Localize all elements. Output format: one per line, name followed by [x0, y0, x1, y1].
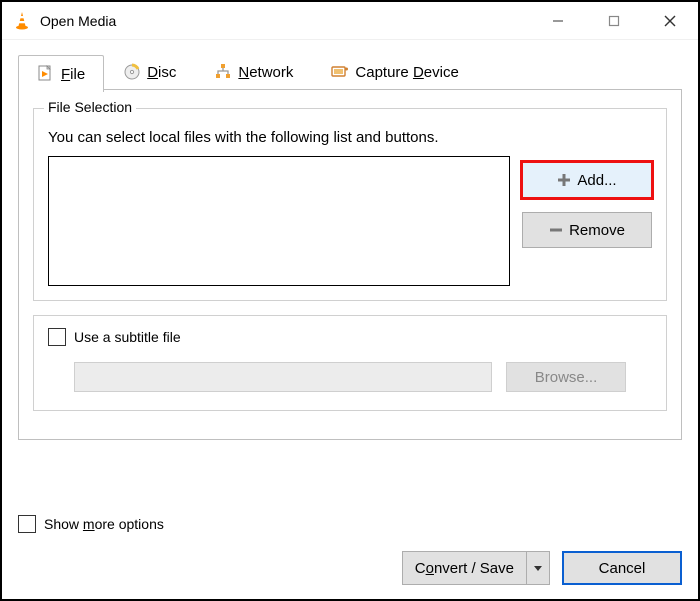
convert-save-label: Convert / Save — [415, 560, 514, 577]
add-button[interactable]: Add... — [522, 162, 652, 198]
subtitle-browse-button: Browse... — [506, 362, 626, 392]
tab-file-label: File — [61, 66, 85, 83]
tab-network[interactable]: Network — [195, 54, 312, 89]
convert-save-button[interactable]: Convert / Save — [402, 551, 526, 585]
minus-icon — [549, 223, 563, 237]
group-file-selection-legend: File Selection — [44, 99, 136, 115]
file-selection-instruction: You can select local files with the foll… — [48, 129, 652, 146]
window-controls — [530, 2, 698, 39]
convert-save-dropdown[interactable] — [526, 551, 550, 585]
capture-device-icon — [331, 63, 349, 81]
maximize-button[interactable] — [586, 2, 642, 39]
network-icon — [214, 63, 232, 81]
tab-disc[interactable]: Disc — [104, 54, 195, 89]
titlebar: Open Media — [2, 2, 698, 40]
remove-button-label: Remove — [569, 222, 625, 239]
maximize-icon — [608, 15, 620, 27]
window-title: Open Media — [40, 13, 530, 29]
tab-bar: File Disc Network Ca — [18, 54, 682, 90]
tab-capture-label: Capture Device — [355, 64, 458, 81]
chevron-down-icon — [533, 563, 543, 573]
remove-button[interactable]: Remove — [522, 212, 652, 248]
add-button-label: Add... — [577, 172, 616, 189]
file-list[interactable] — [48, 156, 510, 286]
dialog-bottom: Show more options Convert / Save Cancel — [18, 515, 682, 585]
close-icon — [663, 14, 677, 28]
minimize-icon — [552, 15, 564, 27]
dialog-content: File Disc Network Ca — [2, 40, 698, 440]
subtitle-checkbox-label: Use a subtitle file — [74, 329, 181, 345]
group-subtitle: Use a subtitle file Browse... — [33, 315, 667, 411]
file-icon — [37, 65, 55, 83]
disc-icon — [123, 63, 141, 81]
subtitle-path-input — [74, 362, 492, 392]
cancel-button[interactable]: Cancel — [562, 551, 682, 585]
close-button[interactable] — [642, 2, 698, 39]
show-more-options-label: Show more options — [44, 516, 164, 532]
convert-save-split-button[interactable]: Convert / Save — [402, 551, 550, 585]
group-file-selection: File Selection You can select local file… — [33, 108, 667, 301]
minimize-button[interactable] — [530, 2, 586, 39]
subtitle-checkbox[interactable] — [48, 328, 66, 346]
tab-panel-file: File Selection You can select local file… — [18, 89, 682, 440]
tab-network-label: Network — [238, 64, 293, 81]
tab-file[interactable]: File — [18, 55, 104, 92]
show-more-options-checkbox[interactable] — [18, 515, 36, 533]
tab-disc-label: Disc — [147, 64, 176, 81]
plus-icon — [557, 173, 571, 187]
subtitle-browse-label: Browse... — [535, 369, 598, 386]
cancel-button-label: Cancel — [599, 560, 646, 577]
tab-capture-device[interactable]: Capture Device — [312, 54, 477, 89]
vlc-cone-icon — [12, 11, 32, 31]
